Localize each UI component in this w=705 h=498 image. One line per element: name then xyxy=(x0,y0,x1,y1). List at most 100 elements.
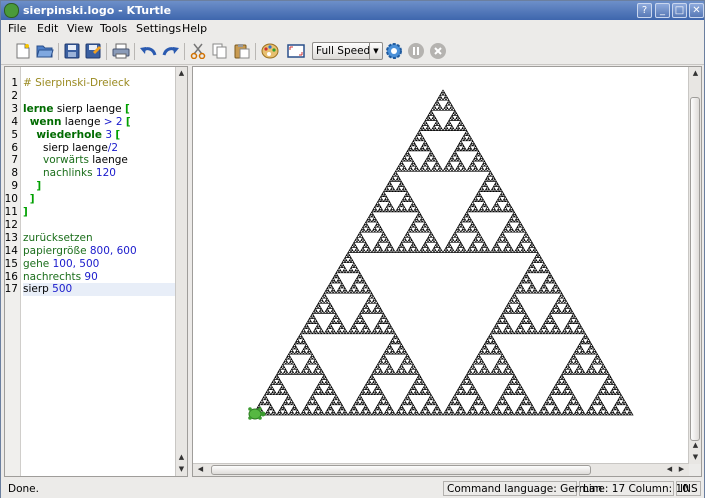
stop-icon[interactable] xyxy=(429,42,447,60)
code-line[interactable]: nachrechts 90 xyxy=(23,271,98,284)
code-line[interactable]: sierp 500 xyxy=(23,283,72,296)
menu-tools[interactable]: Tools xyxy=(100,22,127,35)
code-line[interactable]: sierp laenge/2 xyxy=(23,142,118,155)
color-picker-icon[interactable] xyxy=(261,42,279,60)
app-icon xyxy=(4,3,19,18)
code-token: 500 xyxy=(52,283,73,296)
save-as-icon[interactable] xyxy=(84,42,102,60)
scroll-up-icon[interactable]: ▲ xyxy=(176,68,187,79)
menu-settings[interactable]: Settings xyxy=(136,22,181,35)
code-token: [ xyxy=(125,115,131,128)
turtle-canvas[interactable] xyxy=(193,67,689,464)
line-number: 14 xyxy=(4,244,18,257)
canvas-vertical-scrollbar[interactable]: ▲ ▲ ▼ xyxy=(688,67,701,464)
speed-value: Full Speed xyxy=(316,45,371,57)
fullscreen-icon[interactable] xyxy=(287,42,305,60)
run-icon[interactable] xyxy=(385,42,403,60)
code-token: vorwärts xyxy=(43,154,89,167)
scroll-right-icon[interactable]: ▶ xyxy=(676,464,687,475)
code-token: [ xyxy=(124,102,130,115)
maximize-button[interactable]: □ xyxy=(672,3,687,18)
code-line[interactable]: zurücksetzen xyxy=(23,232,93,245)
code-line[interactable]: lerne sierp laenge [ xyxy=(23,103,130,116)
code-line[interactable]: wenn laenge > 2 [ xyxy=(23,116,131,129)
speed-dropdown[interactable]: Full Speed ▼ xyxy=(312,42,383,60)
scroll-down-icon[interactable]: ▼ xyxy=(690,452,701,463)
code-token: > xyxy=(103,115,113,128)
line-number: 15 xyxy=(4,257,18,270)
code-line[interactable]: ] xyxy=(23,193,35,206)
menu-file[interactable]: File xyxy=(8,22,26,35)
code-token: laenge xyxy=(88,154,128,167)
scroll-left-icon[interactable]: ◀ xyxy=(664,464,675,475)
open-file-icon[interactable] xyxy=(36,42,54,60)
sierpinski-lines xyxy=(252,89,634,416)
command-language: Command language: German xyxy=(443,481,602,496)
print-icon[interactable] xyxy=(112,42,130,60)
editor-vertical-scrollbar[interactable]: ▲ ▲ ▼ xyxy=(175,67,187,476)
code-token: papiergröße xyxy=(23,244,87,257)
code-line[interactable]: vorwärts laenge xyxy=(23,154,128,167)
cursor-position: Line: 17 Column: 10 xyxy=(579,481,689,496)
help-title-button[interactable]: ? xyxy=(637,3,652,18)
code-line[interactable]: gehe 100, 500 xyxy=(23,258,99,271)
line-number: 16 xyxy=(4,270,18,283)
code-token: sierp laenge xyxy=(53,102,125,115)
code-token: /2 xyxy=(107,141,119,154)
kturtle-window: sierpinski.logo - KTurtle ? _ □ ✕ File E… xyxy=(0,0,705,498)
menu-view[interactable]: View xyxy=(67,22,93,35)
menu-bar: File Edit View Tools Settings Help xyxy=(1,20,704,38)
code-line[interactable]: papiergröße 800, 600 xyxy=(23,245,137,258)
code-token: nachlinks xyxy=(43,167,93,180)
cut-icon[interactable] xyxy=(189,42,207,60)
code-token: sierp xyxy=(23,283,53,296)
code-token: nachrechts xyxy=(23,270,82,283)
redo-icon[interactable] xyxy=(162,42,180,60)
pause-icon[interactable] xyxy=(407,42,425,60)
code-line[interactable]: wiederhole 3 [ xyxy=(23,129,120,142)
line-number: 7 xyxy=(11,154,18,167)
line-number: 17 xyxy=(4,283,18,296)
code-token: gehe xyxy=(23,257,50,270)
undo-icon[interactable] xyxy=(139,42,157,60)
line-number: 8 xyxy=(11,167,18,180)
code-line[interactable]: nachlinks 120 xyxy=(23,167,116,180)
menu-help[interactable]: Help xyxy=(182,22,207,35)
turtle-canvas-panel: ▲ ▲ ▼ ◀ ◀ ▶ xyxy=(192,66,702,477)
code-line[interactable]: ] xyxy=(23,206,28,219)
save-icon[interactable] xyxy=(63,42,81,60)
code-token: # Sierpinski-Dreieck xyxy=(23,77,130,89)
line-number: 9 xyxy=(11,180,18,193)
vertical-scroll-thumb[interactable] xyxy=(690,97,700,441)
chevron-down-icon: ▼ xyxy=(369,43,382,59)
code-token: ] xyxy=(23,206,28,218)
canvas-horizontal-scrollbar[interactable]: ◀ ◀ ▶ xyxy=(193,463,689,476)
scroll-down-icon[interactable]: ▼ xyxy=(176,464,187,475)
code-token: ] xyxy=(29,193,35,206)
code-token: [ xyxy=(115,128,121,141)
scroll-up-icon[interactable]: ▲ xyxy=(690,440,701,451)
horizontal-scroll-thumb[interactable] xyxy=(211,465,591,475)
code-area[interactable]: # Sierpinski-Dreieck lerne sierp laenge [… xyxy=(23,67,176,476)
copy-icon[interactable] xyxy=(211,42,229,60)
code-line[interactable]: ] xyxy=(23,180,41,193)
scroll-left-icon[interactable]: ◀ xyxy=(195,464,206,475)
toolbar: Full Speed ▼ xyxy=(1,38,704,65)
minimize-button[interactable]: _ xyxy=(655,3,670,18)
new-file-icon[interactable] xyxy=(14,42,32,60)
sierpinski-drawing xyxy=(248,89,634,420)
line-number: 6 xyxy=(11,141,18,154)
close-button[interactable]: ✕ xyxy=(689,3,704,18)
scroll-up-icon[interactable]: ▲ xyxy=(690,68,701,79)
code-editor[interactable]: 1 2 3 4 5 6 7 8 9 10 11 12 13 14 15 16 17 # Sierpinski-D… xyxy=(4,66,188,477)
menu-edit[interactable]: Edit xyxy=(37,22,58,35)
turtle-icon xyxy=(248,407,266,420)
code-line[interactable]: # Sierpinski-Dreieck xyxy=(23,77,130,90)
code-token: wenn xyxy=(29,115,62,128)
paste-icon[interactable] xyxy=(233,42,251,60)
scroll-up-icon[interactable]: ▲ xyxy=(176,452,187,463)
